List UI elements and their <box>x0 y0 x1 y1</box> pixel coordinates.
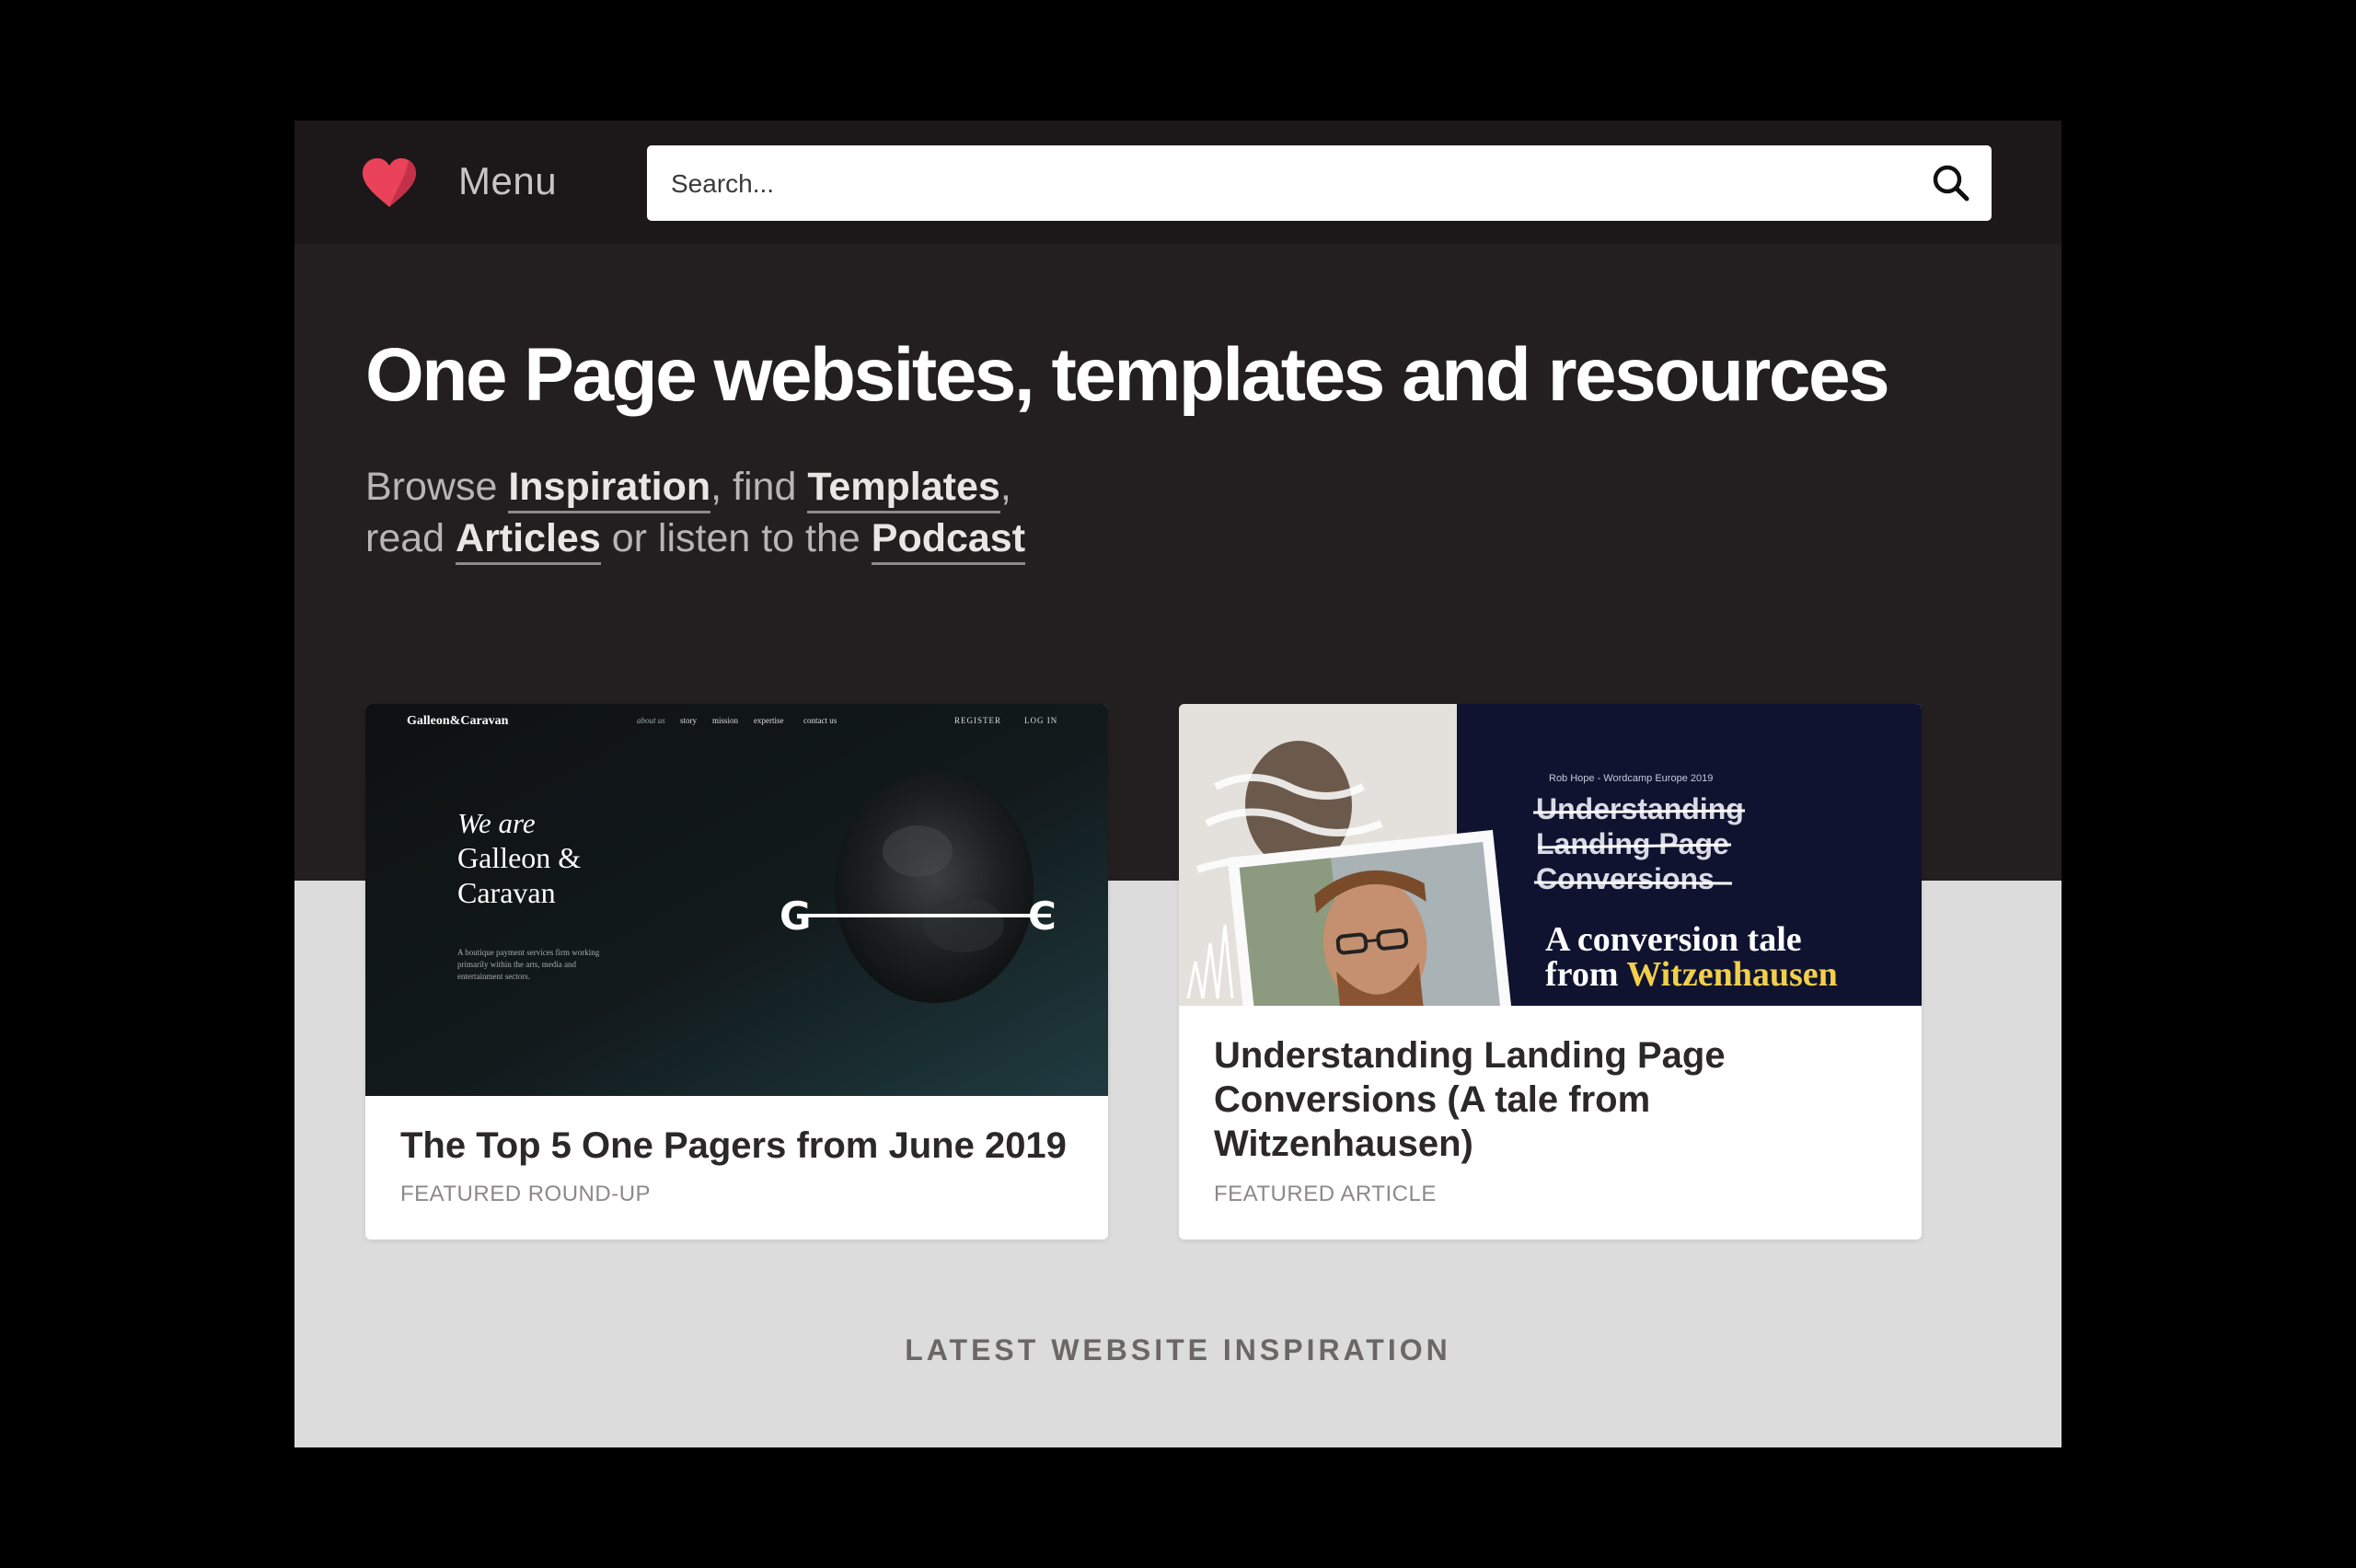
hero-subtitle-line-1: Browse Inspiration, find Templates, <box>365 461 1025 513</box>
top-navigation-bar: Menu <box>294 121 2062 244</box>
thumb-tagline-from: from <box>1545 955 1626 994</box>
thumb-blurb-3: entertainment sectors. <box>457 972 530 981</box>
templates-link[interactable]: Templates <box>807 465 1000 513</box>
thumb-nav-contact: contact us <box>803 716 837 725</box>
card-category: FEATURED ROUND-UP <box>400 1182 652 1206</box>
heart-logo-icon[interactable] <box>361 157 418 209</box>
thumb-headline-1: We are <box>457 807 536 839</box>
thumb-headline-3: Caravan <box>457 876 556 909</box>
hero-text-find: , find <box>710 465 808 509</box>
sculpture-bust-shape <box>835 773 1034 1003</box>
menu-button[interactable]: Menu <box>458 157 557 205</box>
thumb-nav-about: about us <box>637 716 665 725</box>
hero-subtitle: Browse Inspiration, find Templates, read… <box>365 461 1026 565</box>
struck-title: Understanding Landing Page Conversions <box>1532 792 1746 895</box>
featured-roundup-card[interactable]: Galleon&Caravan about us story mission e… <box>365 704 1108 1239</box>
hero-text-browse: Browse <box>365 465 509 509</box>
latest-inspiration-heading: LATEST WEBSITE INSPIRATION <box>905 1333 1451 1366</box>
galleon-caravan-thumbnail: Galleon&Caravan about us story mission e… <box>365 704 1108 1096</box>
thumb-struck-3: Conversions <box>1536 862 1715 895</box>
thumb-nav-story: story <box>680 716 698 725</box>
hero-text-listen: or listen to the <box>600 516 872 560</box>
thumb-nav-mission: mission <box>712 716 739 725</box>
search-input[interactable] <box>669 145 1906 223</box>
search-icon[interactable] <box>1931 163 1971 203</box>
thumb-headline-2: Galleon & <box>457 841 581 874</box>
thumb-tagline-highlight: Witzenhausen <box>1626 955 1837 994</box>
thumb-nav-expertise: expertise <box>754 716 783 725</box>
card-title[interactable]: The Top 5 One Pagers from June 2019 <box>400 1124 1067 1168</box>
thumb-blurb-2: primarily within the arts, media and <box>457 960 576 969</box>
thumb-register: REGISTER <box>954 716 1001 725</box>
featured-article-card[interactable]: Rob Hope - Wordcamp Europe 2019 Understa… <box>1179 704 1922 1239</box>
search-bar <box>647 145 1992 223</box>
thumb-brand: Galleon&Caravan <box>407 714 509 728</box>
inspiration-link[interactable]: Inspiration <box>508 465 711 513</box>
thumb-monogram-c: C <box>1028 894 1057 939</box>
hero-text-read: read <box>365 516 456 560</box>
thumb-tagline-1: A conversion tale <box>1545 920 1802 959</box>
thumb-byline: Rob Hope - Wordcamp Europe 2019 <box>1549 773 1713 784</box>
page-title: One Page websites, templates and resourc… <box>365 333 1890 417</box>
conversion-tale-thumbnail: Rob Hope - Wordcamp Europe 2019 Understa… <box>1179 704 1922 1006</box>
thumb-login: LOG IN <box>1024 716 1057 725</box>
thumb-blurb-1: A boutique payment services firm working <box>457 948 600 957</box>
articles-link[interactable]: Articles <box>456 516 601 565</box>
thumb-struck-1: Understanding <box>1536 792 1744 825</box>
hero-subtitle-line-2: read Articles or listen to the Podcast <box>365 513 1026 565</box>
podcast-link[interactable]: Podcast <box>871 516 1026 565</box>
card-title[interactable]: Understanding Landing Page Conversions (… <box>1214 1033 1803 1166</box>
thumb-tagline-2: from Witzenhausen <box>1545 955 1838 994</box>
card-category: FEATURED ARTICLE <box>1214 1182 1437 1206</box>
thumb-monogram-g: G <box>780 894 811 939</box>
polaroid-photo <box>1227 829 1512 1006</box>
browser-viewport: Menu One Page websites, templates and re… <box>294 121 2062 1447</box>
hero-text-comma: , <box>999 465 1011 509</box>
